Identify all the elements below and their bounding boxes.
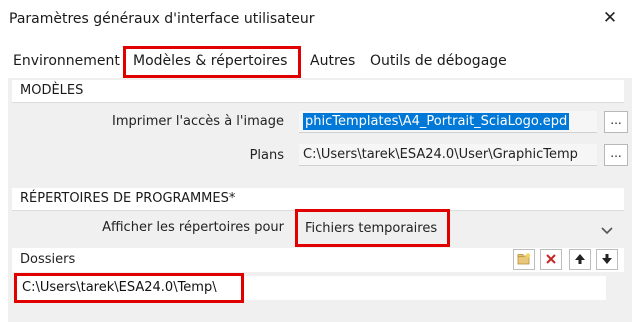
print-image-label: Imprimer l'accès à l'image bbox=[112, 114, 284, 129]
folder-highlight-box bbox=[14, 273, 244, 303]
move-up-icon bbox=[575, 254, 585, 264]
section-header-repertoires: RÉPERTOIRES DE PROGRAMMES* bbox=[12, 188, 624, 211]
section-title: MODÈLES bbox=[20, 83, 84, 98]
tab-highlight-box bbox=[123, 46, 301, 78]
add-folder-button[interactable] bbox=[513, 249, 535, 270]
section-header-modeles: MODÈLES bbox=[12, 80, 624, 103]
section-title: RÉPERTOIRES DE PROGRAMMES* bbox=[20, 191, 236, 206]
add-folder-icon bbox=[517, 253, 531, 265]
delete-icon bbox=[546, 254, 556, 264]
move-down-icon bbox=[602, 254, 612, 264]
print-image-path-value: phicTemplates\A4_Portrait_SciaLogo.epd bbox=[303, 113, 570, 130]
move-up-button[interactable] bbox=[569, 249, 591, 270]
print-image-browse-button[interactable]: ... bbox=[604, 111, 628, 133]
folders-label: Dossiers bbox=[20, 252, 76, 267]
tab-bar: Environnement Modèles & répertoires Autr… bbox=[0, 44, 636, 78]
show-directories-label: Afficher les répertoires pour bbox=[102, 220, 284, 235]
tab-environnement[interactable]: Environnement bbox=[13, 53, 120, 69]
move-down-button[interactable] bbox=[596, 249, 618, 270]
plans-path-field[interactable]: C:\Users\tarek\ESA24.0\User\GraphicTemp bbox=[299, 144, 597, 166]
window-title: Paramètres généraux d'interface utilisat… bbox=[9, 11, 315, 27]
tab-outils-debogage[interactable]: Outils de débogage bbox=[370, 53, 507, 69]
plans-label: Plans bbox=[249, 148, 284, 163]
title-bar: Paramètres généraux d'interface utilisat… bbox=[0, 0, 636, 36]
chevron-down-icon[interactable] bbox=[600, 225, 614, 237]
close-icon[interactable]: ✕ bbox=[600, 8, 620, 28]
print-image-path-field[interactable]: phicTemplates\A4_Portrait_SciaLogo.epd bbox=[299, 111, 597, 133]
select-highlight-box bbox=[295, 209, 450, 247]
delete-folder-button[interactable] bbox=[540, 249, 562, 270]
plans-browse-button[interactable]: ... bbox=[604, 144, 628, 166]
tab-autres[interactable]: Autres bbox=[310, 53, 355, 69]
